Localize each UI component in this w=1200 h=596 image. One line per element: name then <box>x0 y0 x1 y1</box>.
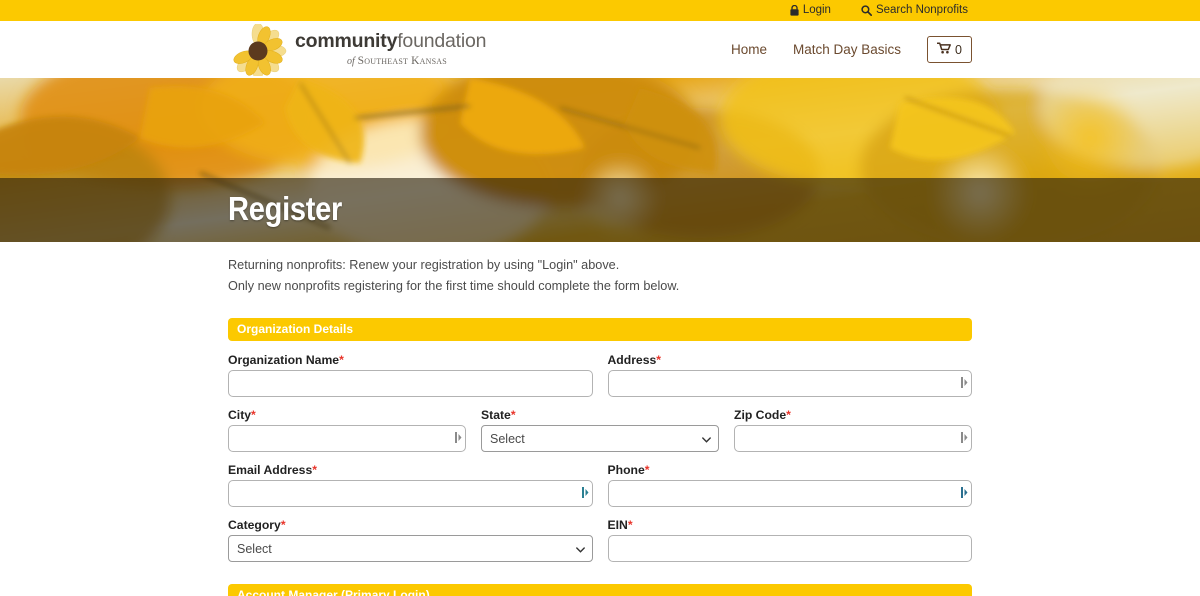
page-content: Returning nonprofits: Renew your registr… <box>0 255 1200 596</box>
lock-icon <box>790 5 799 16</box>
field-phone: Phone* <box>607 463 973 508</box>
form-row: Category* Select EIN* <box>228 518 973 563</box>
form-row: Email Address* Phone* <box>228 463 973 508</box>
sunflower-icon <box>228 23 288 76</box>
section-header-account-manager: Account Manager (Primary Login) <box>228 584 972 596</box>
field-org-email: Email Address* <box>228 463 593 508</box>
label-ein: EIN* <box>607 518 633 533</box>
field-address: Address* <box>607 353 973 398</box>
hero-banner: Register <box>0 78 1200 242</box>
label-state: State* <box>481 408 516 423</box>
main-nav: Home Match Day Basics 0 <box>731 36 972 63</box>
logo-sub-text: Southeast Kansas <box>357 54 447 67</box>
state-select[interactable]: Select <box>481 425 719 453</box>
logo-word-community: community <box>295 30 398 52</box>
field-organization-name: Organization Name* <box>228 353 593 398</box>
login-label: Login <box>802 3 831 16</box>
field-city: City* <box>228 408 466 453</box>
section-header-organization-details: Organization Details <box>228 318 972 342</box>
form-row: City* State* Select Zip Code* <box>228 408 972 453</box>
nav-match-day-basics[interactable]: Match Day Basics <box>793 42 901 57</box>
nav-home[interactable]: Home <box>731 42 767 57</box>
site-header: communityfoundation of Southeast Kansas … <box>0 21 1200 78</box>
organization-name-input[interactable] <box>228 370 593 398</box>
form-row: Organization Name* Address* <box>228 353 973 398</box>
search-icon <box>861 5 872 16</box>
logo-word-foundation: foundation <box>397 30 487 52</box>
search-nonprofits-label: Search Nonprofits <box>875 3 968 16</box>
cart-icon <box>936 41 952 59</box>
organization-details-form: Organization Name* Address* City* State*… <box>228 341 973 563</box>
address-input[interactable] <box>607 370 973 398</box>
search-nonprofits-link[interactable]: Search Nonprofits <box>861 3 968 17</box>
intro-line-2: Only new nonprofits registering for the … <box>228 278 680 293</box>
logo-sub-prefix: of <box>347 55 355 67</box>
label-address: Address* <box>607 353 662 368</box>
category-select[interactable]: Select <box>228 535 593 563</box>
label-org-email: Email Address* <box>228 463 317 478</box>
cart-count: 0 <box>955 42 962 57</box>
login-link[interactable]: Login <box>790 3 831 17</box>
hero-overlay-band <box>0 178 1200 242</box>
site-logo[interactable]: communityfoundation of Southeast Kansas <box>228 23 487 76</box>
field-state: State* Select <box>481 408 719 453</box>
zip-code-input[interactable] <box>734 425 972 453</box>
phone-input[interactable] <box>607 480 973 508</box>
intro-text: Returning nonprofits: Renew your registr… <box>228 255 972 296</box>
field-ein: EIN* <box>607 518 973 563</box>
field-category: Category* Select <box>228 518 593 563</box>
label-organization-name: Organization Name* <box>228 353 344 368</box>
field-zip-code: Zip Code* <box>734 408 972 453</box>
utility-bar: Login Search Nonprofits <box>0 0 1200 21</box>
page-title: Register <box>228 190 343 227</box>
cart-button[interactable]: 0 <box>927 36 972 63</box>
label-zip-code: Zip Code* <box>734 408 791 423</box>
label-city: City* <box>228 408 256 423</box>
org-email-input[interactable] <box>228 480 593 508</box>
logo-wordmark: communityfoundation of Southeast Kansas <box>295 30 487 67</box>
label-phone: Phone* <box>607 463 650 478</box>
city-input[interactable] <box>228 425 466 453</box>
ein-input[interactable] <box>607 535 973 563</box>
intro-line-1: Returning nonprofits: Renew your registr… <box>228 258 620 272</box>
label-category: Category* <box>228 518 286 533</box>
